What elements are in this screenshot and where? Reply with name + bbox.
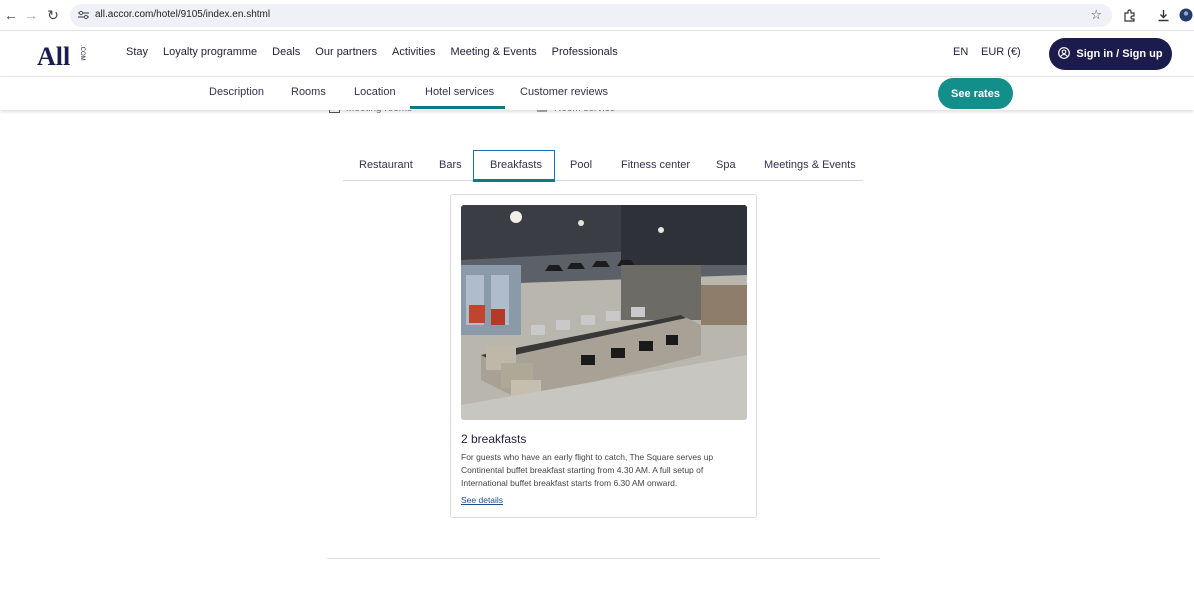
forward-icon[interactable]: →: [22, 6, 40, 24]
tab-breakfasts[interactable]: Breakfasts: [490, 159, 542, 171]
extensions-icon[interactable]: [1121, 7, 1137, 23]
tab-meetings-events[interactable]: Meetings & Events: [764, 159, 856, 171]
signin-label: Sign in / Sign up: [1076, 48, 1163, 60]
see-details-link[interactable]: See details: [461, 495, 503, 505]
nav-professionals[interactable]: Professionals: [552, 46, 618, 58]
nav-partners[interactable]: Our partners: [315, 46, 377, 58]
tab-restaurant[interactable]: Restaurant: [359, 159, 413, 171]
tab-pool[interactable]: Pool: [570, 159, 592, 171]
all-accor-logo[interactable]: All .COM: [37, 40, 89, 71]
nav-meetings[interactable]: Meeting & Events: [450, 46, 536, 58]
card-description: For guests who have an early flight to c…: [461, 452, 714, 488]
breakfast-buffet-image: [461, 205, 747, 420]
hotel-subnav: Description Rooms Location Hotel service…: [0, 77, 1194, 110]
user-icon: [1058, 46, 1071, 62]
nav-loyalty[interactable]: Loyalty programme: [163, 46, 257, 58]
svg-text:.COM: .COM: [79, 45, 85, 61]
nav-deals[interactable]: Deals: [272, 46, 300, 58]
url-text: all.accor.com/hotel/9105/index.en.shtml: [95, 9, 271, 20]
tab-spa[interactable]: Spa: [716, 159, 736, 171]
back-icon[interactable]: ←: [2, 6, 20, 24]
site-header: All .COM Stay Loyalty programme Deals Ou…: [0, 31, 1194, 77]
browser-toolbar: ← → ↻ all.accor.com/hotel/9105/index.en.…: [0, 0, 1194, 31]
card-title: 2 breakfasts: [461, 432, 527, 446]
section-divider: [327, 558, 880, 559]
signin-button[interactable]: Sign in / Sign up: [1049, 38, 1172, 70]
subnav-customer-reviews[interactable]: Customer reviews: [520, 86, 608, 98]
address-bar[interactable]: all.accor.com/hotel/9105/index.en.shtml …: [70, 4, 1112, 27]
breakfast-card: 2 breakfasts For guests who have an earl…: [450, 194, 757, 518]
subnav-hotel-services[interactable]: Hotel services: [425, 86, 494, 98]
subnav-description[interactable]: Description: [209, 86, 264, 98]
service-tabs: Restaurant Bars Breakfasts Pool Fitness …: [343, 150, 863, 182]
profile-avatar[interactable]: [1178, 7, 1194, 23]
svg-text:All: All: [37, 42, 70, 70]
reload-icon[interactable]: ↻: [44, 6, 62, 24]
subnav-rooms[interactable]: Rooms: [291, 86, 326, 98]
site-info-icon[interactable]: [76, 8, 90, 22]
nav-stay[interactable]: Stay: [126, 46, 148, 58]
subnav-active-indicator: [410, 106, 505, 109]
subnav-location[interactable]: Location: [354, 86, 396, 98]
bookmark-star-icon[interactable]: ☆: [1090, 7, 1102, 23]
active-tab-indicator: [473, 179, 555, 182]
download-icon[interactable]: [1155, 7, 1171, 23]
see-rates-button[interactable]: See rates: [938, 78, 1013, 109]
language-selector[interactable]: EN: [953, 46, 968, 58]
nav-activities[interactable]: Activities: [392, 46, 435, 58]
currency-selector[interactable]: EUR (€): [981, 46, 1021, 58]
main-nav: Stay Loyalty programme Deals Our partner…: [126, 46, 633, 58]
tab-bars[interactable]: Bars: [439, 159, 462, 171]
tab-fitness-center[interactable]: Fitness center: [621, 159, 690, 171]
